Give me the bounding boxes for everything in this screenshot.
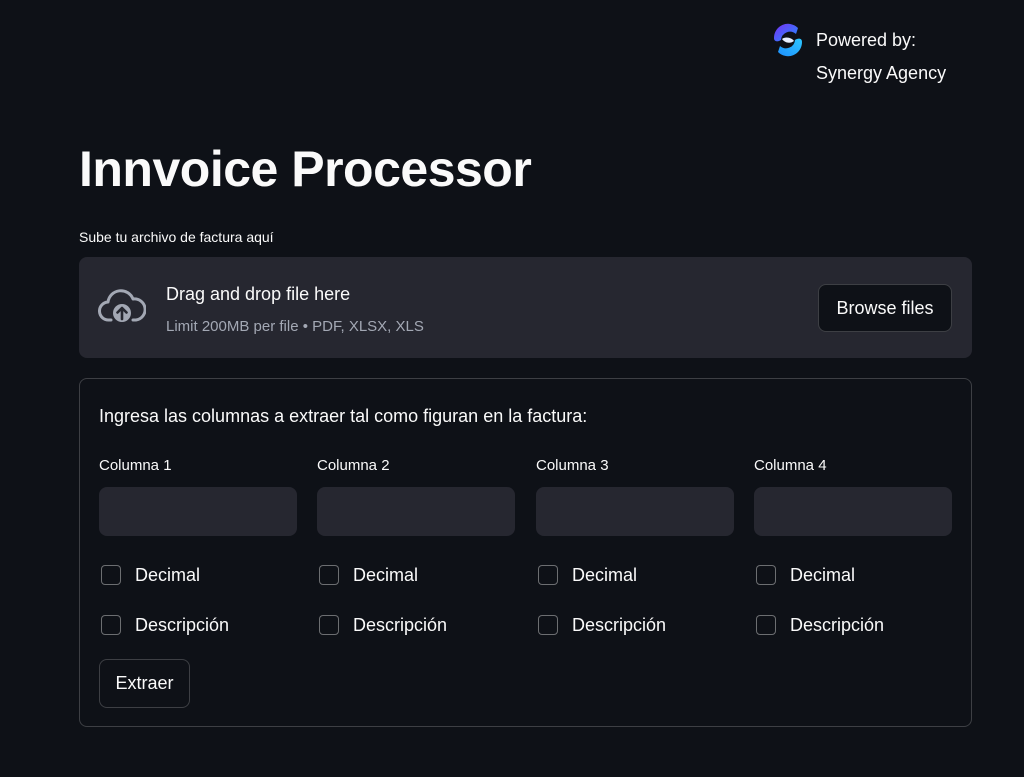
- checkbox-box[interactable]: [319, 565, 339, 585]
- page-title: Innvoice Processor: [79, 141, 532, 197]
- checkbox-label: Decimal: [353, 564, 419, 585]
- checkbox-box[interactable]: [319, 615, 339, 635]
- synergy-logo-icon: [773, 23, 803, 57]
- checkbox-label: Decimal: [572, 564, 638, 585]
- column-2-label: Columna 2: [317, 457, 390, 474]
- agency-name: Synergy Agency: [816, 63, 947, 83]
- column-3-decimal-checkbox[interactable]: Decimal: [538, 563, 637, 587]
- checkbox-label: Descripción: [572, 614, 667, 635]
- column-4-decimal-checkbox[interactable]: Decimal: [756, 563, 855, 587]
- column-3-label: Columna 3: [536, 457, 609, 474]
- powered-by-text: Powered by:: [816, 30, 917, 50]
- column-1-description-checkbox[interactable]: Descripción: [101, 613, 229, 637]
- column-3-input[interactable]: [536, 487, 734, 536]
- column-1-label: Columna 1: [99, 457, 172, 474]
- dropzone-title: Drag and drop file here: [166, 284, 351, 304]
- browse-files-button[interactable]: Browse files: [818, 284, 952, 332]
- column-1-decimal-checkbox[interactable]: Decimal: [101, 563, 200, 587]
- checkbox-box[interactable]: [538, 565, 558, 585]
- column-4-label: Columna 4: [754, 457, 827, 474]
- checkbox-box[interactable]: [538, 615, 558, 635]
- column-3-description-checkbox[interactable]: Descripción: [538, 613, 666, 637]
- uploader-label: Sube tu archivo de factura aquí: [79, 229, 274, 245]
- column-1-input[interactable]: [99, 487, 297, 536]
- dropzone-limit-text: Limit 200MB per file • PDF, XLSX, XLS: [166, 318, 424, 335]
- column-2-decimal-checkbox[interactable]: Decimal: [319, 563, 418, 587]
- checkbox-box[interactable]: [101, 615, 121, 635]
- column-2-input[interactable]: [317, 487, 515, 536]
- column-4-input[interactable]: [754, 487, 952, 536]
- column-2-group: Columna 2 Decimal Descripción: [317, 457, 515, 647]
- file-dropzone[interactable]: Drag and drop file here Limit 200MB per …: [79, 257, 972, 358]
- column-2-description-checkbox[interactable]: Descripción: [319, 613, 447, 637]
- checkbox-box[interactable]: [756, 615, 776, 635]
- form-instruction: Ingresa las columnas a extraer tal como …: [99, 406, 588, 426]
- app-page: Powered by: Synergy Agency Innvoice Proc…: [0, 0, 1024, 777]
- branding: Powered by: Synergy Agency: [768, 20, 968, 90]
- checkbox-label: Decimal: [790, 564, 856, 585]
- cloud-upload-icon: [98, 289, 146, 322]
- checkbox-box[interactable]: [101, 565, 121, 585]
- column-4-description-checkbox[interactable]: Descripción: [756, 613, 884, 637]
- extract-button[interactable]: Extraer: [99, 659, 190, 708]
- checkbox-label: Descripción: [135, 614, 230, 635]
- column-4-group: Columna 4 Decimal Descripción: [754, 457, 952, 647]
- checkbox-label: Decimal: [135, 564, 201, 585]
- columns-form: Ingresa las columnas a extraer tal como …: [79, 378, 972, 727]
- column-1-group: Columna 1 Decimal Descripción: [99, 457, 297, 647]
- checkbox-label: Descripción: [790, 614, 885, 635]
- checkbox-box[interactable]: [756, 565, 776, 585]
- checkbox-label: Descripción: [353, 614, 448, 635]
- column-3-group: Columna 3 Decimal Descripción: [536, 457, 734, 647]
